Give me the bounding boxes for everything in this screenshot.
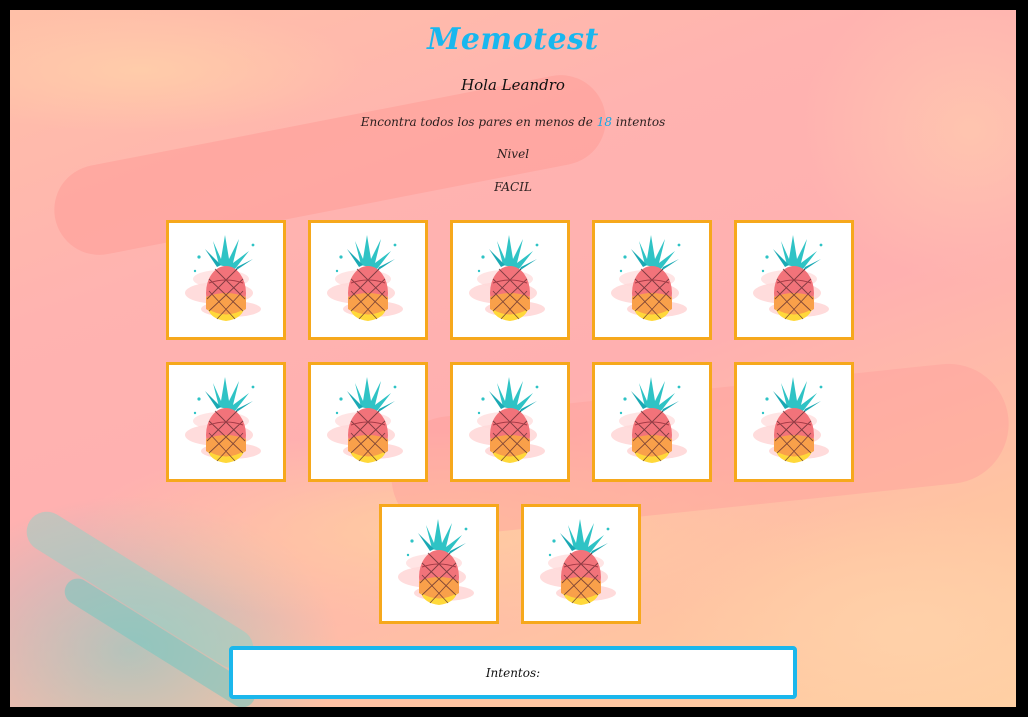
pineapple-icon — [753, 377, 829, 463]
pineapple-icon — [185, 235, 261, 321]
pineapple-icon — [540, 519, 616, 605]
pineapple-icon — [753, 235, 829, 321]
pineapple-icon — [398, 519, 474, 605]
memo-card[interactable] — [379, 504, 499, 624]
attempts-label: Intentos: — [485, 665, 541, 680]
pineapple-icon — [469, 235, 545, 321]
max-attempts-value: 18 — [596, 115, 612, 129]
greeting-text: Hola Leandro — [461, 76, 565, 94]
memo-card[interactable] — [592, 362, 712, 482]
level-value: FACIL — [494, 180, 532, 194]
pineapple-icon — [611, 235, 687, 321]
instructions-text: Encontra todos los pares en menos de 18 … — [10, 115, 1016, 129]
memo-card[interactable] — [734, 362, 854, 482]
pineapple-icon — [185, 377, 261, 463]
instructions-suffix: intentos — [615, 115, 666, 129]
memo-card[interactable] — [592, 220, 712, 340]
instructions-prefix: Encontra todos los pares en menos de — [360, 115, 593, 129]
memo-card[interactable] — [308, 220, 428, 340]
memo-card[interactable] — [521, 504, 641, 624]
memo-card[interactable] — [308, 362, 428, 482]
pineapple-icon — [327, 235, 403, 321]
memo-card[interactable] — [166, 220, 286, 340]
game-background: Memotest Hola Leandro Encontra todos los… — [10, 10, 1016, 707]
pineapple-icon — [469, 377, 545, 463]
memo-card[interactable] — [166, 362, 286, 482]
attempts-panel: Intentos: — [229, 646, 797, 699]
level-label: Nivel — [496, 147, 530, 161]
pineapple-icon — [611, 377, 687, 463]
paint-stroke — [19, 504, 261, 676]
memo-card[interactable] — [450, 362, 570, 482]
memo-card[interactable] — [450, 220, 570, 340]
pineapple-icon — [327, 377, 403, 463]
memo-card[interactable] — [734, 220, 854, 340]
page-title: Memotest — [427, 22, 599, 57]
